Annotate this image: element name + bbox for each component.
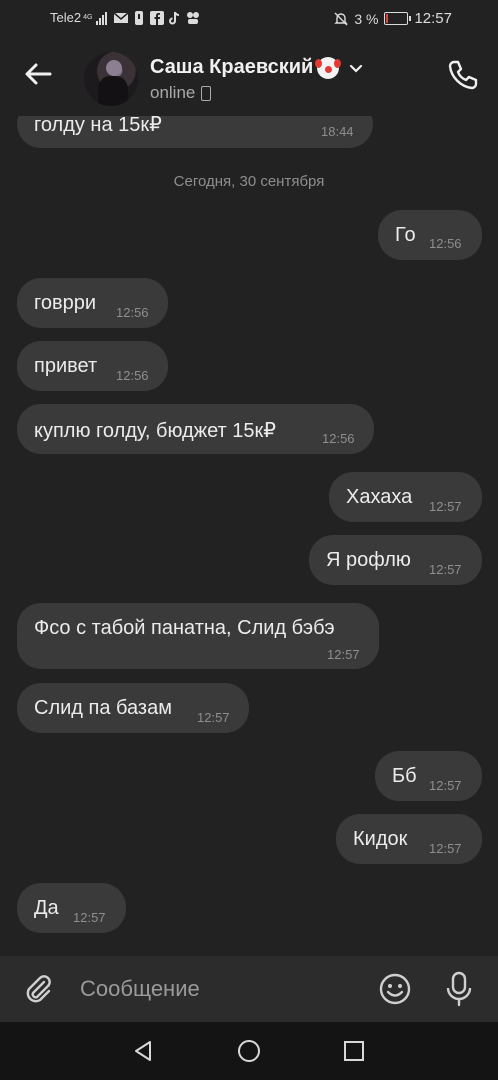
message-text: Я рофлю [326,549,411,571]
nav-recent-icon[interactable] [343,1040,365,1062]
message-time: 18:44 [321,124,354,139]
message-bubble-outgoing[interactable]: Бб 12:57 [375,751,482,801]
chat-header: Саша Краевский online [0,36,498,116]
message-bubble-incoming[interactable]: Фсо с табой панатна, Слид бэбэ 12:57 [17,603,379,669]
message-time: 12:56 [429,236,462,251]
message-time: 12:57 [429,499,462,514]
message-time: 12:56 [116,305,149,320]
message-bubble-outgoing[interactable]: Я рофлю 12:57 [309,535,482,585]
message-bubble-outgoing[interactable]: Го 12:56 [378,210,482,260]
chevron-down-icon[interactable] [349,61,363,75]
message-bubble-outgoing[interactable]: Кидок 12:57 [336,814,482,864]
message-bubble-incoming[interactable]: привет 12:56 [17,341,168,391]
contact-name-text: Саша Краевский [150,56,314,78]
message-text: Фсо с табой панатна, Слид бэбэ [34,617,335,639]
message-composer [0,956,498,1022]
nav-back-icon[interactable] [131,1039,155,1063]
signal-icon [96,11,108,25]
message-time: 12:56 [322,431,355,446]
carrier-label: Tele2 [50,10,82,25]
message-text: Кидок [353,828,408,850]
message-bubble-incoming[interactable]: Слид па базам 12:57 [17,683,249,733]
paperclip-icon[interactable] [22,973,56,1007]
message-time: 12:57 [429,562,462,577]
message-text: куплю голду, бюджет 15к₽ [34,420,276,442]
phone-icon[interactable] [446,58,480,92]
facebook-icon [150,10,165,25]
message-text: привет [34,355,98,377]
status-time: 12:57 [414,10,452,27]
message-bubble-incoming[interactable]: куплю голду, бюджет 15к₽ 12:56 [17,404,374,454]
message-text: Го [395,224,416,246]
clown-face-icon [315,56,342,79]
nav-home-icon[interactable] [237,1039,261,1063]
message-time: 12:57 [327,647,360,662]
status-bar: Tele2 4G 3 % 12:57 [0,0,498,36]
microphone-icon[interactable] [444,970,474,1008]
message-time: 12:56 [116,368,149,383]
contact-status: online [150,83,212,103]
avatar[interactable] [84,52,138,106]
message-time: 12:57 [429,778,462,793]
message-text: Да [34,897,59,919]
back-arrow-icon[interactable] [20,56,56,92]
message-bubble-incoming[interactable]: говрри 12:56 [17,278,168,328]
message-time: 12:57 [73,910,106,925]
mobile-device-icon [201,85,212,101]
message-text: Хахаха [346,486,413,508]
message-list[interactable]: голду на 15к₽ 18:44 Сегодня, 30 сентября… [0,116,498,956]
notification-icon [135,10,144,25]
message-bubble-incoming[interactable]: голду на 15к₽ 18:44 [17,116,373,148]
message-text: голду на 15к₽ [34,116,162,136]
battery-percent: 3 % [354,10,379,27]
app-icon [187,11,200,24]
mute-icon [334,12,349,25]
message-bubble-outgoing[interactable]: Хахаха 12:57 [329,472,482,522]
mail-icon [114,11,129,23]
message-bubble-incoming[interactable]: Да 12:57 [17,883,126,933]
date-separator: Сегодня, 30 сентября [173,173,325,190]
message-input[interactable] [70,966,380,1012]
message-text: Бб [392,765,417,787]
message-text: говрри [34,292,97,314]
network-type: 4G [83,14,93,21]
message-time: 12:57 [197,710,230,725]
message-text: Слид па базам [34,697,172,719]
battery-icon [384,12,412,25]
contact-name[interactable]: Саша Краевский [150,56,363,79]
system-nav-bar [0,1022,498,1080]
tiktok-icon [169,11,180,24]
online-status: online [150,83,196,102]
message-time: 12:57 [429,841,462,856]
emoji-icon[interactable] [378,972,412,1006]
